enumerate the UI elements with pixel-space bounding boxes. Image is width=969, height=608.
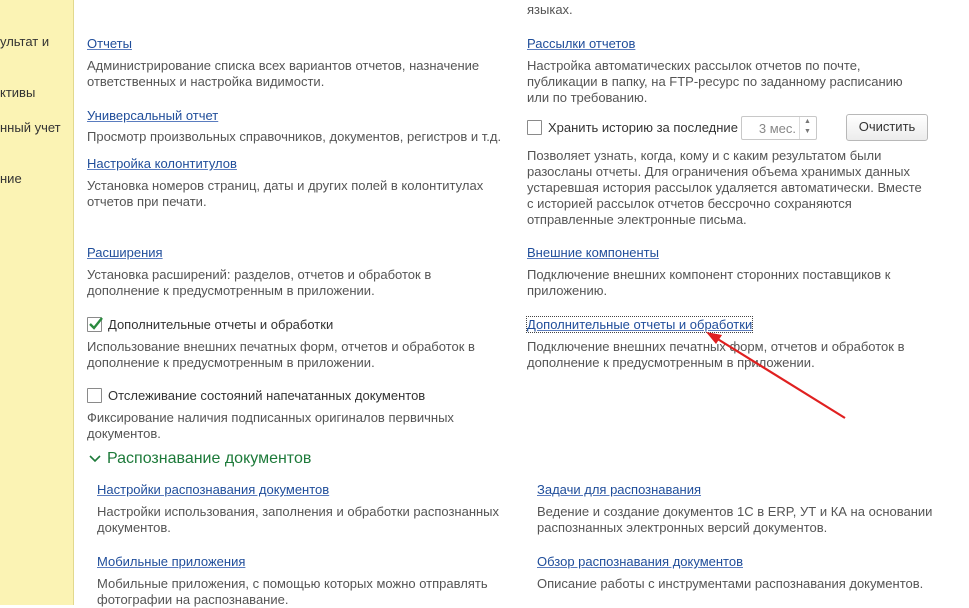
annotation-arrow [706,332,846,419]
